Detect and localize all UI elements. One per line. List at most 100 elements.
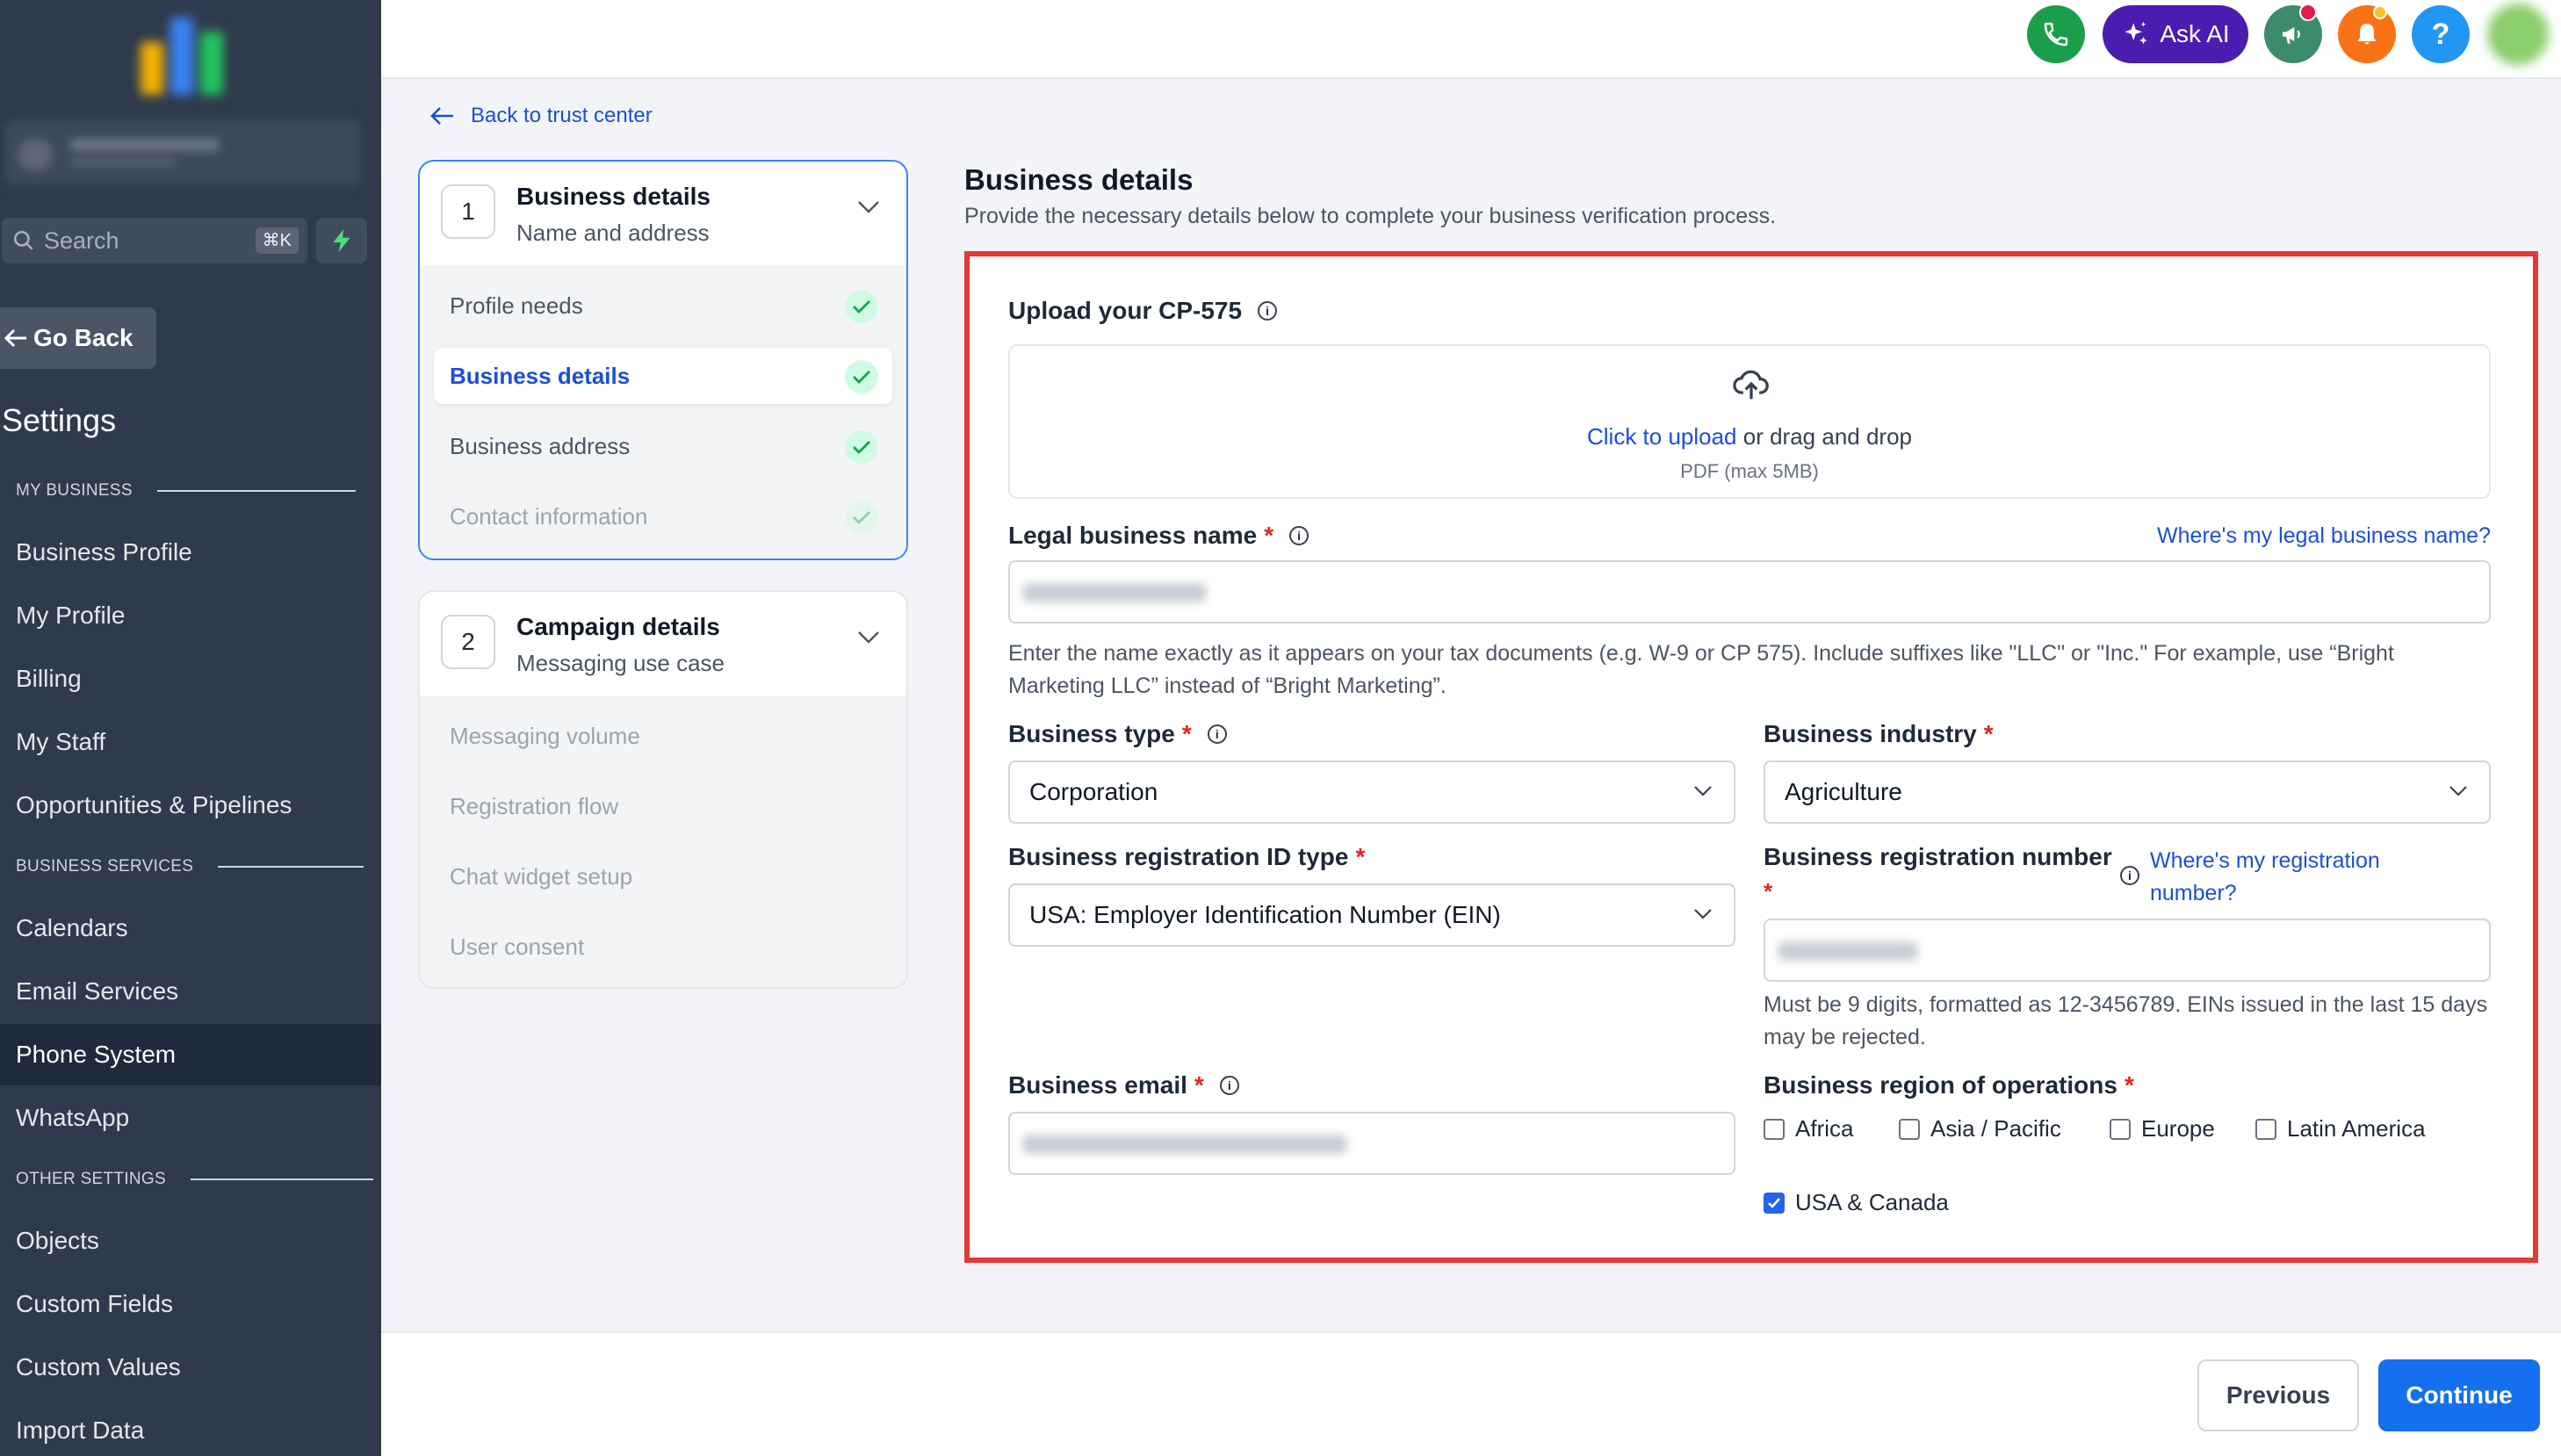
upload-label: Upload your CP-575 i xyxy=(1008,297,1278,325)
sidebar-item-billing[interactable]: Billing xyxy=(0,648,381,710)
search-shortcut: ⌘K xyxy=(255,227,299,254)
substep-messaging-volume[interactable]: Messaging volume xyxy=(434,708,892,764)
business-industry-select[interactable]: Agriculture xyxy=(1764,760,2491,824)
checkbox[interactable] xyxy=(2255,1118,2276,1140)
step-card-business-details: 1 Business details Name and address Prof… xyxy=(418,160,908,560)
business-email-input[interactable] xyxy=(1008,1112,1735,1175)
substep-profile-needs[interactable]: Profile needs xyxy=(434,278,892,334)
sidebar-search[interactable]: Search ⌘K xyxy=(2,218,307,263)
sidebar-item-whatsapp[interactable]: WhatsApp xyxy=(0,1087,381,1149)
sidebar-item-my-staff[interactable]: My Staff xyxy=(0,711,381,773)
sidebar-item-import-data[interactable]: Import Data xyxy=(0,1400,381,1456)
substep-chat-widget-setup[interactable]: Chat widget setup xyxy=(434,848,892,905)
substep-label: Profile needs xyxy=(450,292,583,319)
checkbox[interactable] xyxy=(1764,1118,1785,1140)
step-title: Business details xyxy=(516,183,711,210)
bell-icon xyxy=(2353,20,2381,48)
chevron-down-icon[interactable] xyxy=(857,200,880,214)
go-back-button[interactable]: Go Back xyxy=(0,307,156,369)
phone-button[interactable] xyxy=(2027,5,2085,63)
sidebar-item-objects[interactable]: Objects xyxy=(0,1210,381,1272)
settings-title: Settings xyxy=(2,402,117,438)
sidebar-item-custom-fields[interactable]: Custom Fields xyxy=(0,1273,381,1335)
legal-name-input[interactable] xyxy=(1008,560,2491,623)
region-europe-checkbox[interactable]: Europe xyxy=(2110,1115,2215,1142)
info-icon[interactable]: i xyxy=(1219,1076,1239,1095)
substep-business-address[interactable]: Business address xyxy=(434,418,892,474)
sidebar-item-opportunities[interactable]: Opportunities & Pipelines xyxy=(0,775,381,836)
arrow-left-icon xyxy=(4,328,28,349)
checkbox[interactable] xyxy=(2110,1118,2131,1140)
step-title: Campaign details xyxy=(516,613,720,640)
required-mark: * xyxy=(1355,843,1366,870)
sidebar-item-phone-system[interactable]: Phone System xyxy=(0,1024,381,1085)
info-icon[interactable]: i xyxy=(1207,724,1227,744)
upload-dropzone[interactable]: Click to upload or drag and drop PDF (ma… xyxy=(1008,344,2491,499)
back-to-trust-center-link[interactable]: Back to trust center xyxy=(430,104,653,128)
substep-business-details[interactable]: Business details xyxy=(434,348,892,404)
sidebar-item-business-profile[interactable]: Business Profile xyxy=(0,522,381,583)
continue-button[interactable]: Continue xyxy=(2378,1359,2540,1431)
checkbox-label: Europe xyxy=(2141,1115,2215,1142)
required-mark: * xyxy=(1264,522,1274,549)
checkbox-label: Africa xyxy=(1795,1115,1854,1142)
business-type-select[interactable]: Corporation xyxy=(1008,760,1735,824)
business-industry-value: Agriculture xyxy=(1785,778,1902,805)
checkbox-checked[interactable] xyxy=(1764,1192,1785,1214)
checkbox[interactable] xyxy=(1899,1118,1920,1140)
legal-name-help: Enter the name exactly as it appears on … xyxy=(1008,641,2394,698)
reg-id-type-select[interactable]: USA: Employer Identification Number (EIN… xyxy=(1008,883,1735,947)
sidebar-item-my-profile[interactable]: My Profile xyxy=(0,585,381,646)
account-switcher[interactable] xyxy=(4,119,362,186)
user-avatar[interactable] xyxy=(2487,4,2549,65)
section-business-services: BUSINESS SERVICES xyxy=(16,857,364,876)
substep-label: Contact information xyxy=(450,502,648,530)
step-card-campaign-details: 2 Campaign details Messaging use case Me… xyxy=(418,590,908,989)
step-number: 1 xyxy=(441,184,495,239)
info-icon[interactable]: i xyxy=(1289,526,1309,545)
reg-number-help-link[interactable]: Where's my registration number? xyxy=(2150,845,2449,910)
info-icon[interactable]: i xyxy=(1258,301,1278,321)
info-icon[interactable]: i xyxy=(2120,866,2139,885)
lightning-icon xyxy=(330,227,353,254)
region-asia-pacific-checkbox[interactable]: Asia / Pacific xyxy=(1899,1115,2061,1142)
substep-registration-flow[interactable]: Registration flow xyxy=(434,778,892,834)
notifications-button[interactable] xyxy=(2338,5,2396,63)
click-to-upload-link[interactable]: Click to upload xyxy=(1587,423,1737,450)
step-number: 2 xyxy=(441,615,495,669)
chevron-down-icon xyxy=(1694,909,1712,919)
search-placeholder: Search xyxy=(44,227,119,254)
reg-number-input[interactable] xyxy=(1764,919,2491,982)
business-type-label: Business type * i xyxy=(1008,720,1227,748)
sidebar-item-email-services[interactable]: Email Services xyxy=(0,961,381,1022)
legal-name-label: Legal business name * i xyxy=(1008,522,1309,550)
region-usa-canada-checkbox[interactable]: USA & Canada xyxy=(1764,1189,1949,1216)
business-type-value: Corporation xyxy=(1029,778,1158,805)
notification-dot xyxy=(2299,4,2317,21)
reg-number-label: Business registration number xyxy=(1764,843,2112,871)
required-mark: * xyxy=(2124,1071,2134,1099)
business-type-label-text: Business type xyxy=(1008,720,1175,747)
phone-icon xyxy=(2042,20,2070,48)
business-email-label-text: Business email xyxy=(1008,1071,1187,1099)
substep-label: Business details xyxy=(450,362,631,389)
reg-number-label-text: Business registration number xyxy=(1764,843,2112,870)
legal-name-help-link[interactable]: Where's my legal business name? xyxy=(2157,523,2491,549)
substep-contact-information[interactable]: Contact information xyxy=(434,488,892,544)
previous-button[interactable]: Previous xyxy=(2197,1359,2359,1431)
ask-ai-button[interactable]: Ask AI xyxy=(2103,5,2248,63)
sidebar-item-custom-values[interactable]: Custom Values xyxy=(0,1337,381,1398)
chevron-down-icon xyxy=(1694,786,1712,796)
sidebar-item-calendars[interactable]: Calendars xyxy=(0,897,381,959)
reg-id-type-value: USA: Employer Identification Number (EIN… xyxy=(1029,901,1501,928)
region-latin-america-checkbox[interactable]: Latin America xyxy=(2255,1115,2426,1142)
checkbox-label: Asia / Pacific xyxy=(1930,1115,2061,1142)
checkmark-icon xyxy=(1768,1197,1780,1208)
substep-user-consent[interactable]: User consent xyxy=(434,919,892,975)
help-button[interactable]: ? xyxy=(2412,5,2470,63)
region-africa-checkbox[interactable]: Africa xyxy=(1764,1115,1853,1142)
quick-action-button[interactable] xyxy=(316,218,367,263)
help-icon: ? xyxy=(2431,17,2450,51)
chevron-down-icon[interactable] xyxy=(857,631,880,645)
bell-badge xyxy=(2373,5,2387,19)
